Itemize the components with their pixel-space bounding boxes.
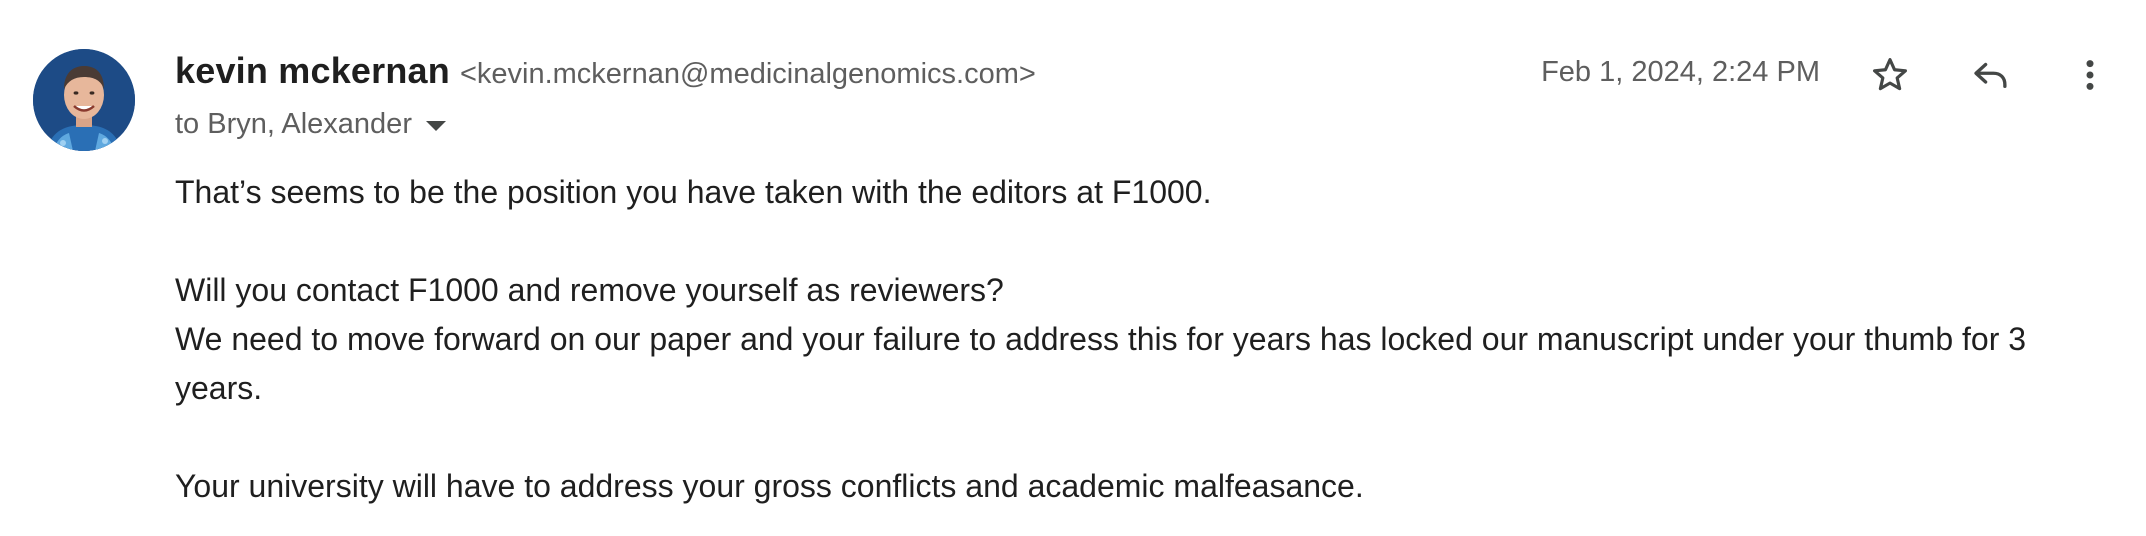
message-body: That’s seems to be the position you have… (175, 168, 2075, 511)
body-paragraph: Your university will have to address you… (175, 468, 1364, 504)
message-timestamp: Feb 1, 2024, 2:24 PM (1541, 56, 1820, 88)
sender-email: <kevin.mckernan@medicinalgenomics.com> (459, 58, 1036, 90)
body-paragraph: Will you contact F1000 and remove yourse… (175, 272, 1004, 308)
more-vert-icon (2086, 60, 2094, 90)
more-options-button[interactable] (2062, 47, 2118, 103)
recipients-toggle[interactable]: to Bryn, Alexander (175, 104, 446, 144)
reply-icon (1974, 62, 2007, 89)
reply-button[interactable] (1962, 47, 2018, 103)
sender-avatar[interactable] (33, 49, 135, 151)
body-paragraph: We need to move forward on our paper and… (175, 321, 2027, 406)
sender-header: kevin mckernan <kevin.mckernan@medicinal… (175, 50, 1036, 98)
recipients-label: to Bryn, Alexander (175, 107, 412, 140)
sender-name[interactable]: kevin mckernan (175, 50, 450, 92)
body-paragraph: That’s seems to be the position you have… (175, 174, 1212, 210)
avatar-photo (33, 49, 135, 151)
star-outline-icon (1873, 58, 1907, 91)
star-button[interactable] (1862, 47, 1918, 103)
caret-down-icon[interactable] (425, 121, 446, 131)
